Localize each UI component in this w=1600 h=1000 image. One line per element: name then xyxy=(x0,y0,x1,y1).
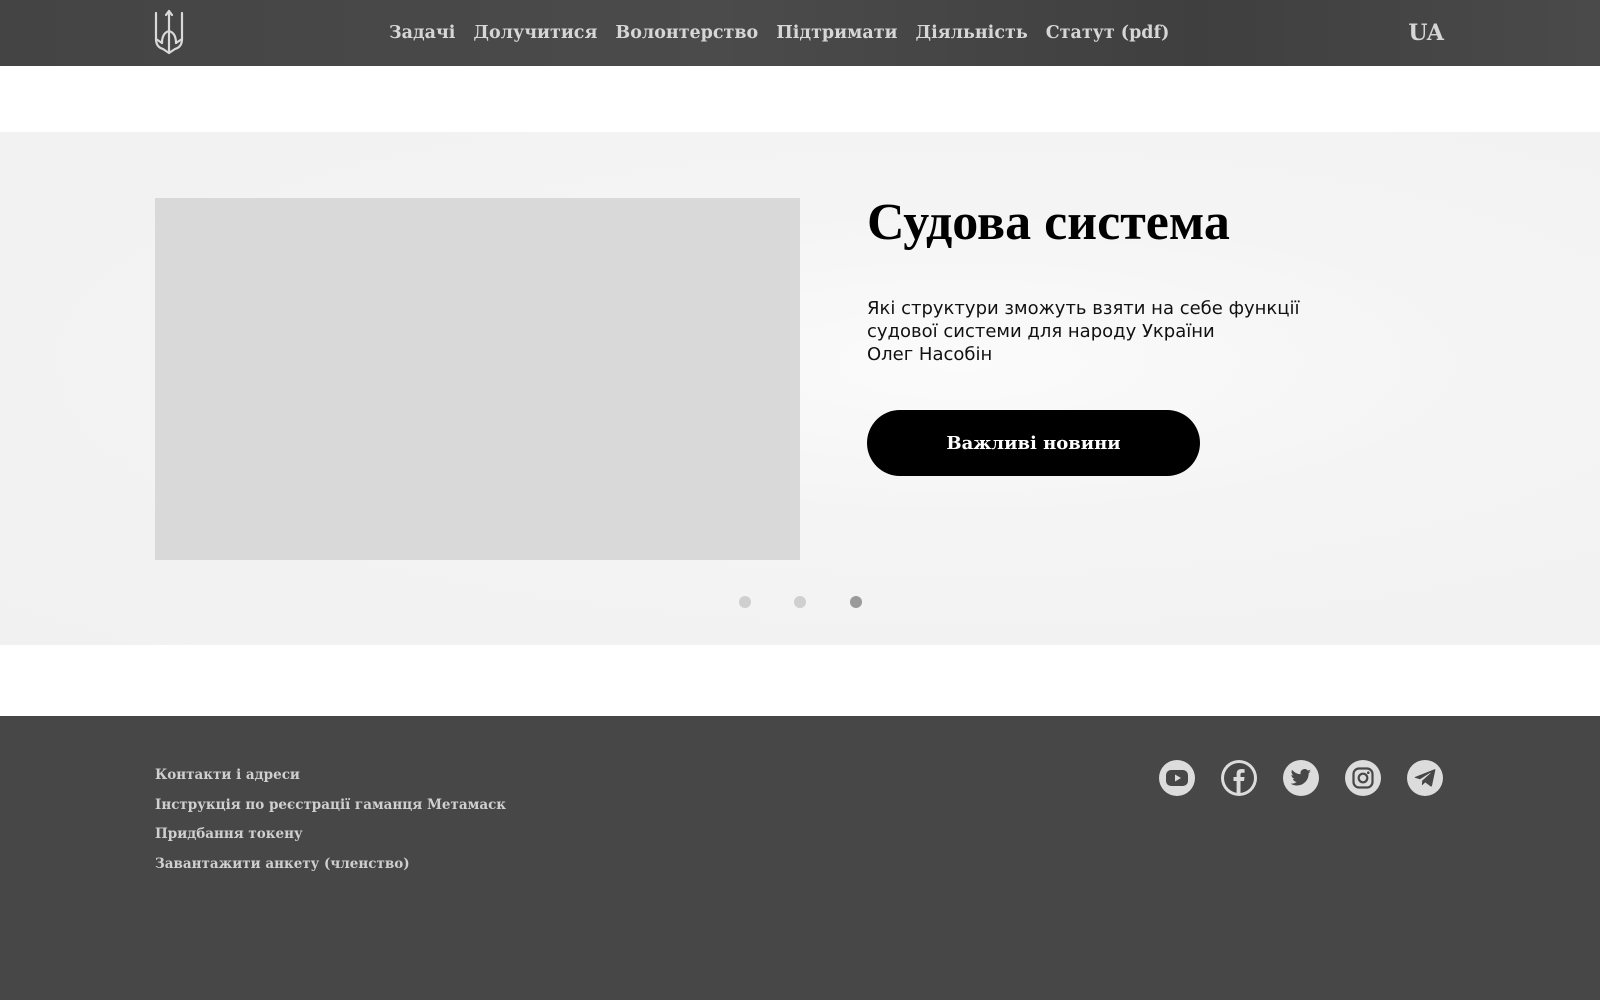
slide-author: Олег Насобін xyxy=(867,344,993,365)
site-footer: Контакти і адреси Інструкція по реєстрац… xyxy=(0,716,1600,1000)
main-nav: Задачі Долучитися Волонтерство Підтримат… xyxy=(380,0,1178,66)
footer-link-contacts[interactable]: Контакти і адреси xyxy=(155,761,506,791)
important-news-button[interactable]: Важливі новини xyxy=(867,410,1200,476)
slide-description: Які структури зможуть взяти на себе функ… xyxy=(867,298,1300,342)
nav-item-volunteering[interactable]: Волонтерство xyxy=(615,23,758,43)
slide-image-placeholder xyxy=(155,198,800,560)
slide-title: Судова система xyxy=(867,194,1230,251)
nav-item-tasks[interactable]: Задачі xyxy=(389,23,455,43)
nav-item-join[interactable]: Долучитися xyxy=(473,23,597,43)
slider-dot-1[interactable] xyxy=(739,596,751,608)
youtube-icon[interactable] xyxy=(1159,760,1195,796)
trident-icon[interactable] xyxy=(153,9,185,55)
site-header: Задачі Долучитися Волонтерство Підтримат… xyxy=(0,0,1600,66)
telegram-icon[interactable] xyxy=(1407,760,1443,796)
nav-item-statute-pdf[interactable]: Статут (pdf) xyxy=(1046,23,1170,43)
slider-dots xyxy=(0,596,1600,608)
footer-links: Контакти і адреси Інструкція по реєстрац… xyxy=(155,761,506,879)
footer-link-metamask-guide[interactable]: Інструкція по реєстрації гаманця Метамас… xyxy=(155,791,506,821)
language-switcher[interactable]: UA xyxy=(1408,0,1444,66)
hero-slider: Судова система Які структури зможуть взя… xyxy=(0,132,1600,645)
instagram-icon[interactable] xyxy=(1345,760,1381,796)
footer-link-membership-form[interactable]: Завантажити анкету (членство) xyxy=(155,850,506,880)
twitter-icon[interactable] xyxy=(1283,760,1319,796)
footer-link-token-purchase[interactable]: Придбання токену xyxy=(155,820,506,850)
nav-item-activity[interactable]: Діяльність xyxy=(916,23,1028,43)
social-links xyxy=(1159,760,1443,796)
facebook-icon[interactable] xyxy=(1221,760,1257,796)
slider-dot-3[interactable] xyxy=(850,596,862,608)
slider-dot-2[interactable] xyxy=(794,596,806,608)
nav-item-support[interactable]: Підтримати xyxy=(776,23,897,43)
